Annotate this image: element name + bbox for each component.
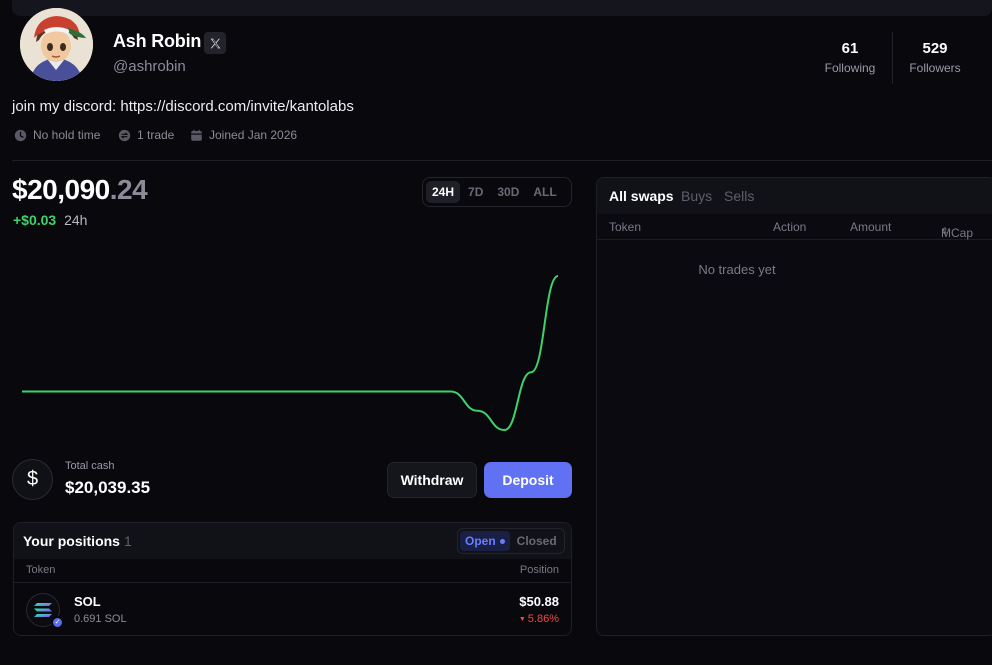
portfolio-value-line [22,275,559,432]
tab-sells[interactable]: Sells [724,188,754,204]
position-symbol: SOL [74,594,101,609]
positions-header: Your positions 1 Open Closed [14,523,571,559]
toggle-closed[interactable]: Closed [512,531,562,551]
hold-time-text: No hold time [33,128,101,142]
timeframe-7d[interactable]: 7D [462,181,489,203]
total-cash-value: $20,039.35 [65,478,151,497]
col-swap-action: Action [773,220,807,234]
swaps-columns: Token Action Amount MCap ⇕ [597,214,992,240]
total-cash-label: Total cash [65,460,115,472]
profile-handle: @ashrobin [113,58,186,75]
top-nav-bar [12,0,992,16]
position-value: $50.88 [519,594,559,609]
following-count: 61 [841,40,859,57]
following-stat[interactable]: 61 Following [820,40,880,75]
positions-columns: Token Position [14,559,571,583]
x-social-link[interactable] [204,32,226,54]
balance-change: +$0.03 24h [13,212,87,228]
clock-icon [14,129,27,141]
x-logo-icon [210,38,220,48]
timeframe-30d[interactable]: 30D [491,181,525,203]
change-value: +$0.03 [13,212,57,228]
down-triangle-icon: ▼ [518,616,528,623]
followers-label: Followers [909,61,961,75]
positions-panel: Your positions 1 Open Closed Token Positi… [13,522,572,636]
balance-main: $20,090 [12,174,110,205]
toggle-open[interactable]: Open [460,531,510,551]
withdraw-button[interactable]: Withdraw [387,462,477,498]
followers-count: 529 [922,40,948,57]
positions-toggle: Open Closed [457,528,565,554]
portfolio-balance: $20,090.24 [12,174,148,206]
position-amount: 0.691 SOL [74,613,127,625]
swaps-empty-text: No trades yet [698,262,776,277]
trades-meta: 1 trade [118,128,174,142]
profile-bio: join my discord: https://discord.com/inv… [12,98,354,115]
deposit-button[interactable]: Deposit [484,462,572,498]
positions-count: 1 [123,533,132,549]
hold-time-meta: No hold time [14,128,100,142]
portfolio-chart [22,275,559,432]
followers-stat[interactable]: 529 Followers [903,40,967,75]
tab-all-swaps[interactable]: All swaps [609,188,674,204]
timeframe-24h[interactable]: 24H [426,181,461,203]
change-period: 24h [64,212,88,228]
avatar[interactable] [20,8,93,81]
position-row[interactable]: ✓ SOL 0.691 SOL $50.88 ▼ 5.86% [14,583,571,635]
timeframe-selector: 24H 7D 30D ALL [422,177,572,207]
col-position: Position [519,564,559,576]
swaps-panel: All swaps Buys Sells Token Action Amount… [596,177,992,636]
position-change: ▼ 5.86% [519,613,559,625]
profile-name: Ash Robin [113,31,202,51]
positions-title-text: Your positions [23,533,120,549]
joined-meta: Joined Jan 2026 [190,128,297,142]
position-change-value: 5.86% [527,613,559,625]
following-label: Following [824,61,876,75]
col-swap-token: Token [609,220,642,234]
joined-text: Joined Jan 2026 [209,128,298,142]
dollar-symbol: $ [26,468,39,490]
trades-text: 1 trade [137,128,175,142]
swap-icon [118,129,131,141]
open-dot-icon [499,539,505,545]
swaps-empty-state: No trades yet [597,262,992,277]
sort-icon: ⇕ [941,226,949,236]
toggle-open-label: Open [465,534,496,548]
dollar-icon: $ [12,459,53,500]
positions-title: Your positions 1 [23,533,132,549]
col-swap-amount: Amount [850,220,892,234]
swaps-header: All swaps Buys Sells [597,178,992,214]
verified-check-icon: ✓ [51,616,64,629]
section-divider [12,160,992,161]
col-token: Token [26,564,56,576]
balance-cents: .24 [109,174,148,205]
stats-divider [892,32,893,84]
timeframe-all[interactable]: ALL [527,181,562,203]
calendar-icon [191,129,202,141]
tab-buys[interactable]: Buys [681,188,712,204]
